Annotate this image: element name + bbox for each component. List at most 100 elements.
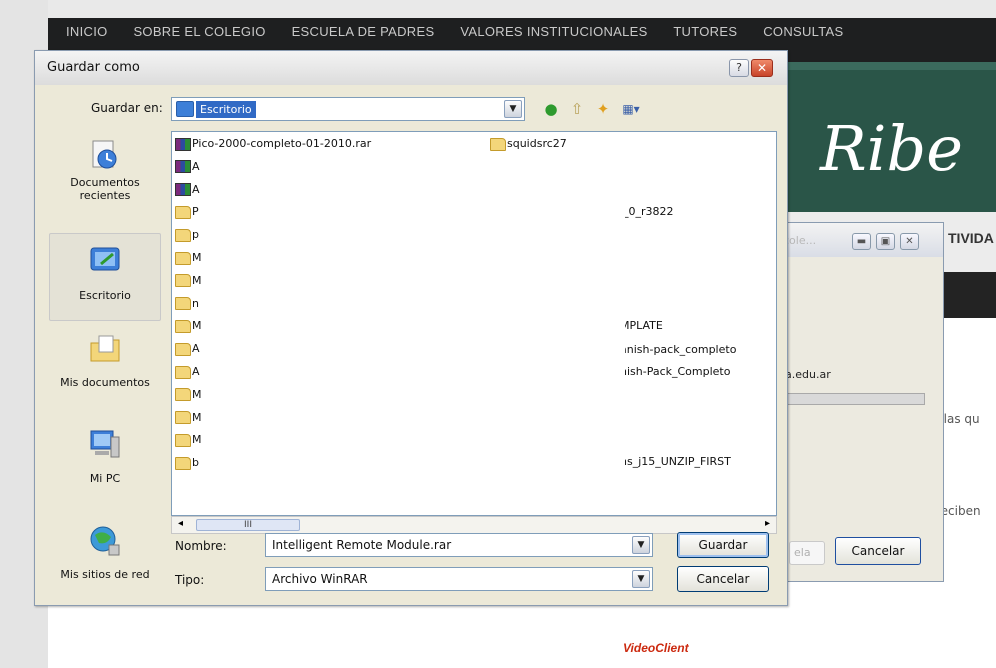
file-list-item[interactable]: M	[175, 318, 202, 334]
file-list-item[interactable]: A	[175, 182, 200, 198]
file-list-item[interactable]: M	[175, 250, 202, 266]
file-name: b	[192, 456, 199, 470]
folder-icon	[175, 411, 191, 425]
file-name: A	[192, 342, 200, 356]
folder-icon	[175, 319, 191, 333]
folder-icon	[175, 433, 191, 447]
file-name: squidsrc27	[507, 137, 567, 150]
place-my-documents[interactable]: Mis documentos	[49, 331, 161, 389]
place-label: Mi PC	[89, 472, 121, 485]
view-menu-icon[interactable]: ▦▾	[621, 99, 641, 119]
place-network[interactable]: Mis sitios de red	[49, 523, 161, 581]
place-label: Mis sitios de red	[60, 568, 150, 581]
file-name-label: Nombre:	[175, 539, 227, 553]
chevron-down-icon[interactable]: ▼	[632, 536, 650, 554]
place-my-computer[interactable]: Mi PC	[49, 427, 161, 485]
file-list-item[interactable]: b	[175, 455, 199, 471]
redacted-area	[207, 154, 625, 495]
file-list-item[interactable]: Pico-2000-completo-01-2010.rar	[175, 136, 371, 152]
file-name: M	[192, 387, 202, 401]
nav-valores-institucionales[interactable]: VALORES INSTITUCIONALES	[460, 24, 647, 39]
videoclient-link[interactable]: VideoClient	[623, 641, 689, 655]
scroll-right-icon[interactable]: ▸	[765, 518, 770, 529]
new-folder-icon[interactable]: ✦	[593, 99, 613, 119]
file-list-item[interactable]: M	[175, 410, 202, 426]
close-button[interactable]: ✕	[751, 59, 773, 77]
maximize-button[interactable]: ▣	[876, 233, 895, 250]
place-recent-documents[interactable]: Documentos recientes	[49, 137, 161, 202]
desktop-icon	[176, 101, 194, 117]
file-name: anish-pack_completo	[620, 343, 737, 356]
file-list-item[interactable]: A	[175, 341, 200, 357]
back-icon[interactable]: ●	[541, 99, 561, 119]
nav-consultas[interactable]: CONSULTAS	[763, 24, 843, 39]
close-button[interactable]: ✕	[900, 233, 919, 250]
recent-documents-icon	[92, 140, 117, 169]
nav-sobre-el-colegio[interactable]: SOBRE EL COLEGIO	[133, 24, 265, 39]
scroll-thumb[interactable]: III	[196, 519, 300, 531]
up-folder-icon[interactable]: ⇧	[567, 99, 587, 119]
folder-icon	[175, 205, 191, 219]
file-name: M	[192, 410, 202, 424]
minimize-button[interactable]: ▬	[852, 233, 871, 250]
file-list-item[interactable]: ns_j15_UNZIP_FIRST	[620, 454, 731, 470]
chevron-down-icon[interactable]: ▼	[504, 100, 522, 118]
file-name: n	[192, 296, 199, 310]
scroll-left-icon[interactable]: ◂	[178, 518, 183, 529]
places-bar: Documentos recientes Escritorio Mis docu…	[49, 131, 161, 601]
winrar-archive-icon	[175, 137, 191, 151]
file-name: M	[192, 273, 202, 287]
file-list-item[interactable]: M	[175, 273, 202, 289]
file-list-item[interactable]: p	[175, 227, 199, 243]
file-name: P	[192, 205, 199, 219]
file-type-select[interactable]: Archivo WinRAR ▼	[265, 567, 653, 591]
dialog-title: Guardar como	[47, 60, 140, 75]
file-list-item[interactable]: A	[175, 364, 200, 380]
file-list-item[interactable]: M	[175, 432, 202, 448]
file-name: M	[192, 319, 202, 333]
folder-icon	[175, 274, 191, 288]
file-list-item[interactable]: A	[175, 159, 200, 175]
place-label: Escritorio	[79, 289, 131, 302]
dialog-titlebar[interactable]: Guardar como ? ✕	[35, 51, 787, 85]
winrar-archive-icon	[175, 160, 191, 174]
place-desktop[interactable]: Escritorio	[49, 233, 161, 321]
desktop-icon	[90, 247, 120, 271]
file-name: ns_j15_UNZIP_FIRST	[620, 455, 731, 468]
file-list-item[interactable]: M	[175, 387, 202, 403]
file-name: MPLATE	[620, 319, 663, 332]
file-name: nish-Pack_Completo	[620, 365, 731, 378]
help-button[interactable]: ?	[729, 59, 749, 77]
save-in-dropdown[interactable]: Escritorio ▼	[171, 97, 525, 121]
cancel-button[interactable]: Cancelar	[677, 566, 769, 592]
chevron-down-icon[interactable]: ▼	[632, 570, 650, 588]
file-name: '_0_r3822	[620, 205, 674, 218]
file-list-item[interactable]: squidsrc27	[490, 136, 567, 152]
folder-icon	[175, 228, 191, 242]
file-list-item[interactable]: nish-Pack_Completo	[620, 364, 730, 380]
save-button[interactable]: Guardar	[677, 532, 769, 558]
folder-icon	[490, 137, 506, 151]
file-name: p	[192, 228, 199, 242]
place-label: Mis documentos	[60, 376, 150, 389]
menu-item-actividades[interactable]: TIVIDA	[948, 230, 994, 246]
file-type-value: Archivo WinRAR	[272, 572, 368, 586]
file-name-input[interactable]: Intelligent Remote Module.rar ▼	[265, 533, 653, 557]
nav-escuela-de-padres[interactable]: ESCUELA DE PADRES	[292, 24, 435, 39]
file-name: M	[192, 433, 202, 447]
folder-icon	[175, 388, 191, 402]
file-list-item[interactable]: anish-pack_completo	[620, 342, 736, 358]
file-list-item[interactable]: '_0_r3822	[620, 204, 674, 220]
folder-icon	[175, 342, 191, 356]
my-documents-icon	[90, 335, 120, 362]
nav-inicio[interactable]: INICIO	[66, 24, 108, 39]
save-in-label: Guardar en:	[91, 101, 163, 115]
file-list-item[interactable]: P	[175, 204, 199, 220]
my-computer-icon	[90, 430, 120, 458]
progress-cancel-button[interactable]: Cancelar	[835, 537, 921, 565]
file-list-item[interactable]: MPLATE	[620, 318, 663, 334]
nav-tutores[interactable]: TUTORES	[673, 24, 737, 39]
file-name-value: Intelligent Remote Module.rar	[272, 538, 452, 552]
file-list-item[interactable]: n	[175, 296, 199, 312]
file-list[interactable]: Pico-2000-completo-01-2010.rar A A Pp M Mn M A A…	[171, 131, 777, 516]
